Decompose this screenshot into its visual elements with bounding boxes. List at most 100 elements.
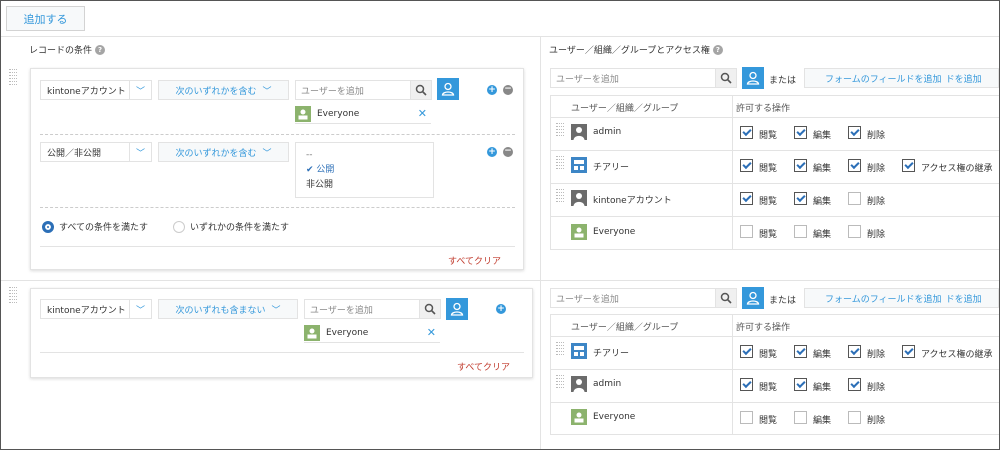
remove-condition-button[interactable]: − xyxy=(503,147,513,157)
inherit-checkbox[interactable] xyxy=(902,345,915,358)
delete-checkbox[interactable] xyxy=(848,225,861,238)
entity-name: admin xyxy=(593,127,622,137)
option-item-selected[interactable]: ✔ 公開 xyxy=(296,163,433,178)
rule1-cond1-operator-select[interactable]: 次のいずれかを含む ﹀ xyxy=(158,80,289,100)
edit-checkbox[interactable] xyxy=(794,378,807,391)
user-icon xyxy=(441,82,455,96)
drag-handle-icon[interactable] xyxy=(556,156,564,169)
card-footer-separator xyxy=(40,352,524,353)
add-form-field-label: フォームのフィールドを追加 xyxy=(825,294,942,305)
delete-checkbox[interactable] xyxy=(848,411,861,424)
add-condition-button[interactable]: + xyxy=(487,147,497,157)
close-icon[interactable]: ✕ xyxy=(418,107,427,120)
clear-all-link[interactable]: すべてクリア xyxy=(448,254,501,267)
rule1-cond1-chip: Everyone ✕ xyxy=(295,104,431,124)
help-icon[interactable]: ? xyxy=(712,44,723,55)
search-icon xyxy=(415,84,427,96)
edit-checkbox[interactable] xyxy=(794,159,807,172)
user-select-button[interactable] xyxy=(742,287,764,309)
inherit-checkbox[interactable] xyxy=(902,159,915,172)
user-select-button[interactable] xyxy=(437,78,459,100)
help-icon[interactable]: ? xyxy=(95,44,106,55)
delete-checkbox[interactable] xyxy=(848,378,861,391)
column-divider xyxy=(540,37,541,449)
add-form-field-button[interactable]: フォームのフィールドを追加 ドを追加 xyxy=(804,288,999,308)
delete-checkbox[interactable] xyxy=(848,345,861,358)
edit-label: 編集 xyxy=(813,197,832,207)
edit-checkbox[interactable] xyxy=(794,192,807,205)
rule2-access-search-input[interactable]: ユーザーを追加 xyxy=(550,288,716,308)
delete-label: 削除 xyxy=(867,230,886,240)
rule2-cond1-user-input[interactable]: ユーザーを追加 xyxy=(304,299,420,319)
user-select-button[interactable] xyxy=(446,298,468,320)
access-title: ユーザー／組織／グループとアクセス権 xyxy=(549,46,710,56)
user-select-button[interactable] xyxy=(742,67,764,89)
view-checkbox[interactable] xyxy=(740,345,753,358)
user-icon xyxy=(746,291,760,305)
add-condition-button[interactable]: + xyxy=(496,304,506,314)
view-checkbox[interactable] xyxy=(740,159,753,172)
group-icon xyxy=(571,409,587,425)
rule1-cond2-operator-select[interactable]: 次のいずれかを含む ﹀ xyxy=(158,142,289,162)
delete-checkbox[interactable] xyxy=(848,192,861,205)
add-form-field-button[interactable]: フォームのフィールドを追加 ドを追加 xyxy=(804,68,999,88)
remove-condition-button[interactable]: − xyxy=(503,85,513,95)
access-header: ユーザー／組織／グループとアクセス権 ? xyxy=(549,43,723,56)
permission-column-header: 許可する操作 xyxy=(736,323,791,333)
drag-handle-icon[interactable] xyxy=(556,375,564,388)
group-icon xyxy=(295,105,311,122)
drag-handle-icon[interactable] xyxy=(9,287,17,303)
view-checkbox[interactable] xyxy=(740,126,753,139)
inherit-label: アクセス権の継承 xyxy=(921,164,993,174)
radio-selected[interactable] xyxy=(42,220,54,233)
rule1-cond1-field-select[interactable]: kintoneアカウント ﹀ xyxy=(40,80,152,100)
search-button[interactable] xyxy=(410,80,432,100)
close-icon[interactable]: ✕ xyxy=(427,326,436,339)
view-checkbox[interactable] xyxy=(740,225,753,238)
search-button[interactable] xyxy=(419,299,441,319)
option-item[interactable]: -- xyxy=(296,148,433,163)
edit-checkbox[interactable] xyxy=(794,225,807,238)
drag-handle-icon[interactable] xyxy=(9,69,17,85)
condition-separator xyxy=(40,207,515,208)
rule-divider xyxy=(1,280,999,281)
drag-handle-icon[interactable] xyxy=(556,342,564,355)
option-item[interactable]: 非公開 xyxy=(296,178,433,193)
view-checkbox[interactable] xyxy=(740,192,753,205)
search-button[interactable] xyxy=(715,288,737,308)
edit-checkbox[interactable] xyxy=(794,411,807,424)
delete-checkbox[interactable] xyxy=(848,126,861,139)
rule1-cond1-user-input[interactable]: ユーザーを追加 xyxy=(295,80,411,100)
organization-icon xyxy=(571,343,587,359)
view-label: 閲覧 xyxy=(759,416,778,426)
rule2-cond1-field-select[interactable]: kintoneアカウント ﹀ xyxy=(40,299,152,319)
delete-label: 削除 xyxy=(867,350,886,360)
search-button[interactable] xyxy=(715,68,737,88)
delete-checkbox[interactable] xyxy=(848,159,861,172)
match-any-option[interactable]: いずれかの条件を満たす xyxy=(173,220,289,233)
radio-unselected[interactable] xyxy=(173,220,185,233)
edit-checkbox[interactable] xyxy=(794,345,807,358)
view-checkbox[interactable] xyxy=(740,378,753,391)
rule1-access-search-input[interactable]: ユーザーを追加 xyxy=(550,68,716,88)
chevron-down-icon: ﹀ xyxy=(271,305,281,316)
table-row-divider xyxy=(550,150,999,151)
match-any-label: いずれかの条件を満たす xyxy=(190,223,290,233)
add-rule-button[interactable]: 追加する xyxy=(6,6,85,31)
table-column-divider xyxy=(732,95,733,250)
rule1-cond2-option-list[interactable]: -- ✔ 公開 非公開 xyxy=(295,142,434,198)
rule2-cond1-operator-select[interactable]: 次のいずれも含まない ﹀ xyxy=(158,299,298,319)
rule1-cond2-field-select[interactable]: 公開／非公開 ﹀ xyxy=(40,142,152,162)
clear-all-link[interactable]: すべてクリア xyxy=(457,360,510,373)
view-label: 閲覧 xyxy=(759,197,778,207)
table-row-divider xyxy=(550,369,999,370)
search-icon xyxy=(720,72,732,84)
view-checkbox[interactable] xyxy=(740,411,753,424)
edit-checkbox[interactable] xyxy=(794,126,807,139)
user-avatar-icon xyxy=(571,376,587,392)
edit-label: 編集 xyxy=(813,383,832,393)
drag-handle-icon[interactable] xyxy=(556,189,564,202)
add-condition-button[interactable]: + xyxy=(487,85,497,95)
drag-handle-icon[interactable] xyxy=(556,123,564,136)
match-all-option[interactable]: すべての条件を満たす xyxy=(42,220,148,233)
